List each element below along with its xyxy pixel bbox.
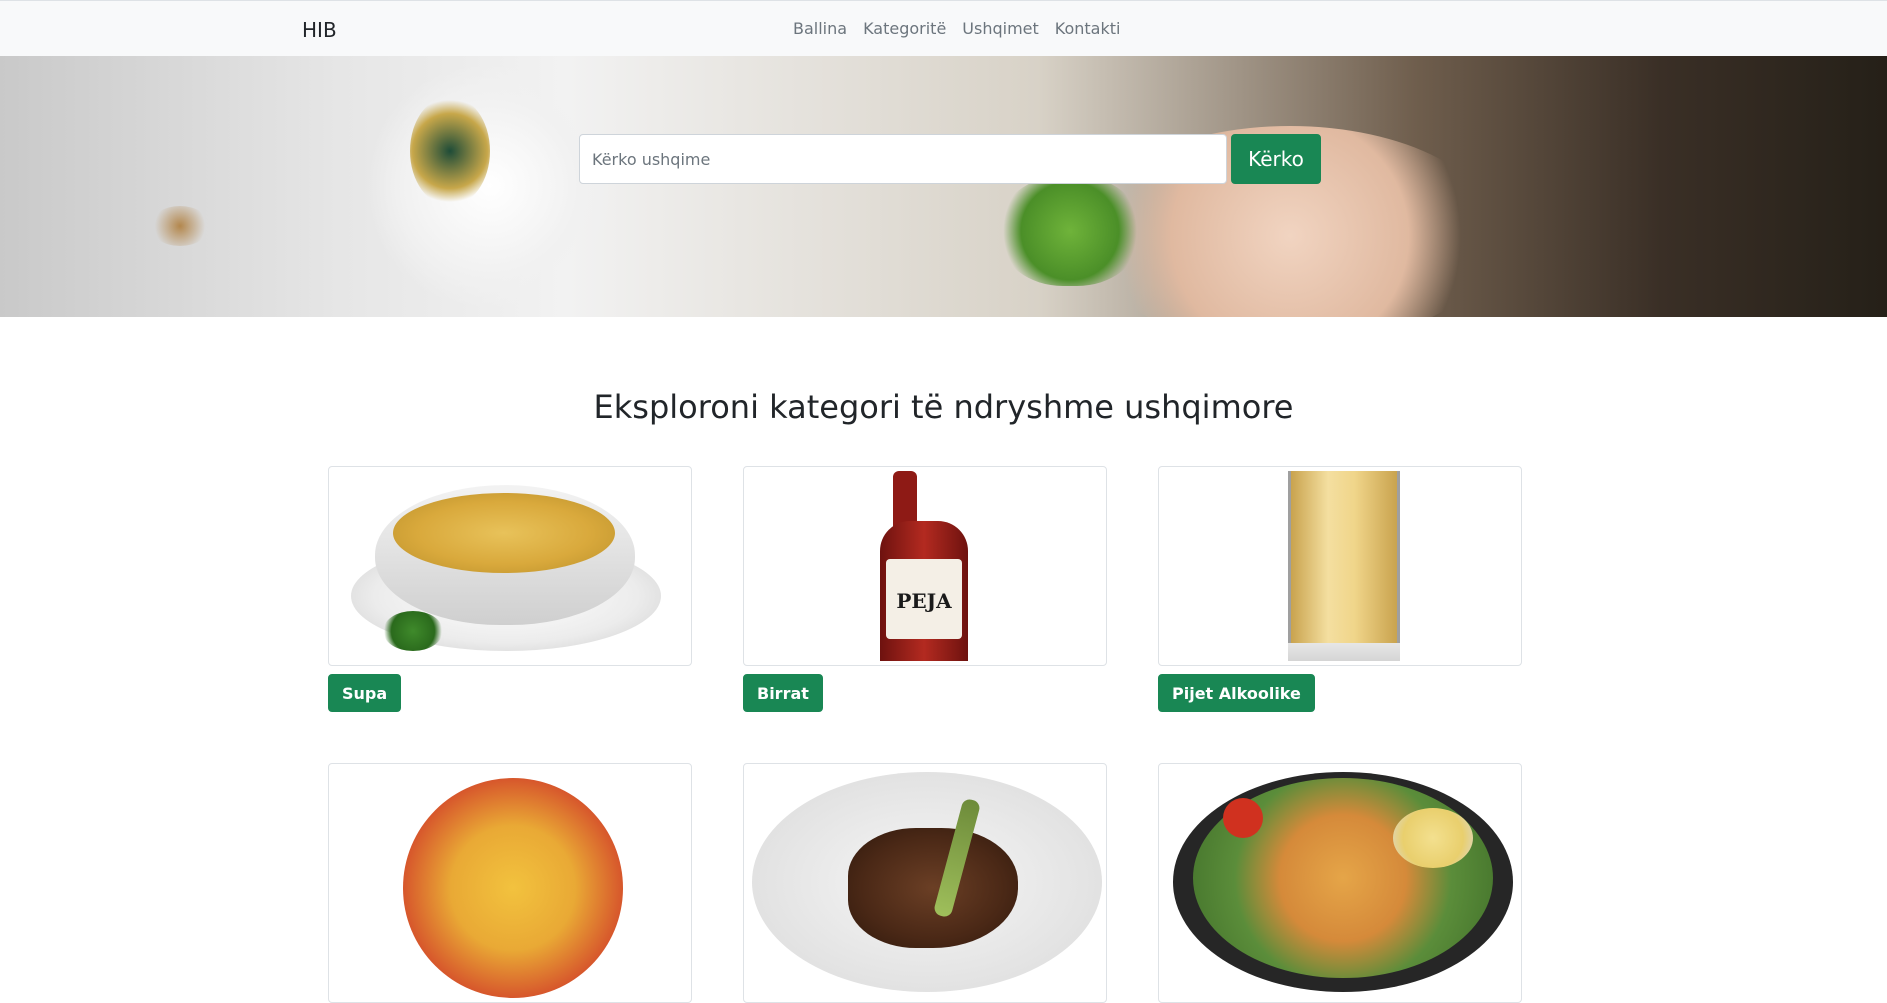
navbar: HIB Ballina Kategoritë Ushqimet Kontakti (0, 0, 1887, 56)
section-title: Eksploroni kategori të ndryshme ushqimor… (593, 388, 1294, 426)
hero-herb-leaf (1000, 176, 1140, 286)
category-button-birrat[interactable]: Birrat (743, 674, 823, 712)
brand-logo[interactable]: HIB (302, 18, 337, 42)
category-card-supa[interactable] (328, 466, 692, 666)
category-card-steak[interactable] (743, 763, 1107, 1003)
salad-image (1163, 768, 1517, 998)
hero-jacket-logo (410, 96, 490, 206)
nav-link-kontakti[interactable]: Kontakti (1055, 19, 1121, 38)
hero-banner (0, 56, 1887, 317)
nav-link-ushqimet[interactable]: Ushqimet (962, 19, 1039, 38)
beer-label-text: PEJA (896, 589, 952, 613)
pizza-image (333, 768, 687, 998)
category-card-pijet-alkoolike[interactable] (1158, 466, 1522, 666)
drink-glass-image (1163, 471, 1517, 661)
category-card-birrat[interactable]: PEJA (743, 466, 1107, 666)
nav-link-kategorite[interactable]: Kategoritë (863, 19, 946, 38)
search-button[interactable]: Kërko (1231, 134, 1321, 184)
hero-chef-jacket (360, 66, 620, 306)
category-card-pizza[interactable] (328, 763, 692, 1003)
hero-jacket-button (150, 206, 210, 246)
soup-image (333, 471, 687, 661)
beer-image: PEJA (748, 471, 1102, 661)
category-button-supa[interactable]: Supa (328, 674, 402, 712)
search-input[interactable] (579, 134, 1227, 184)
category-card-salad[interactable] (1158, 763, 1522, 1003)
category-button-pijet-alkoolike[interactable]: Pijet Alkoolike (1158, 674, 1315, 712)
main-nav: Ballina Kategoritë Ushqimet Kontakti (793, 19, 1120, 38)
nav-link-ballina[interactable]: Ballina (793, 19, 847, 38)
steak-image (748, 768, 1102, 998)
